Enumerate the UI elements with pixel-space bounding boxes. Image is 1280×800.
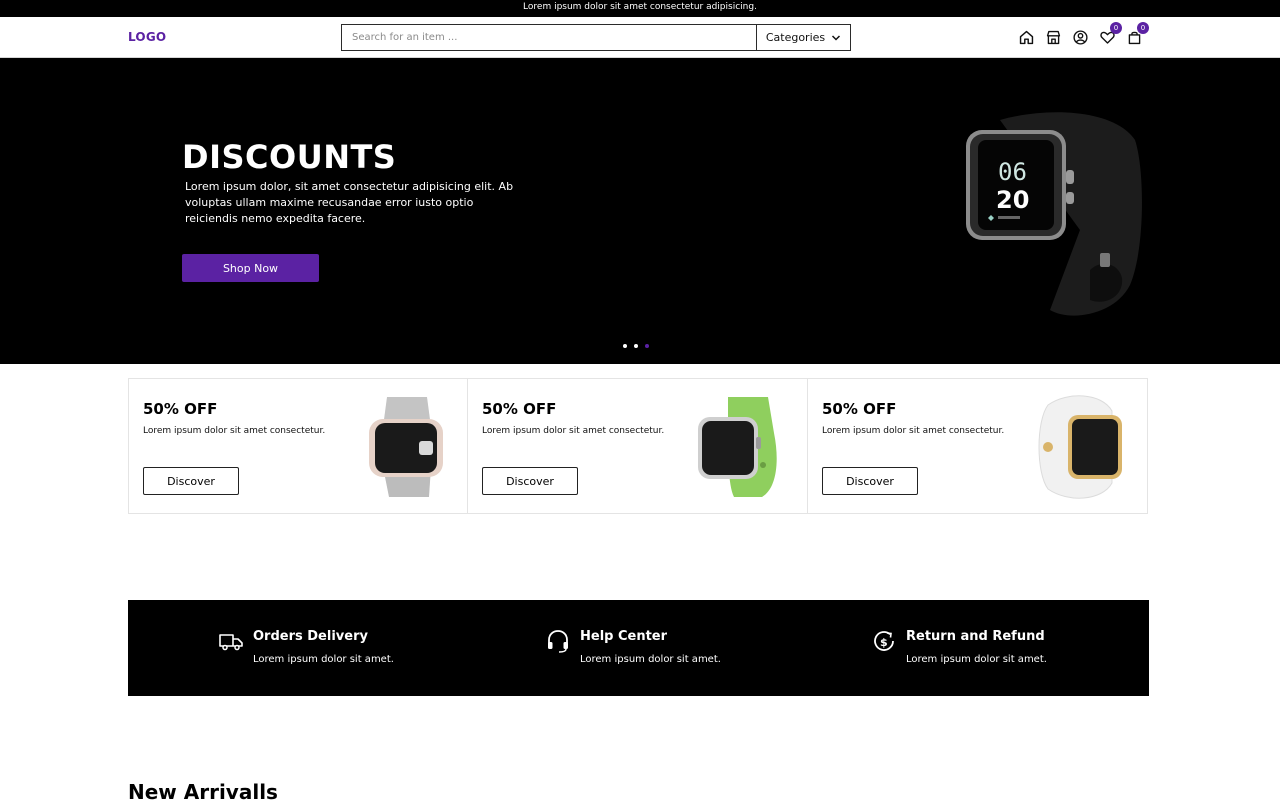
header-icons: 0 0 (1016, 22, 1149, 49)
announcement-text: Lorem ipsum dolor sit amet consectetur a… (523, 2, 757, 12)
logo[interactable]: LOGO (128, 30, 166, 44)
service-text: Lorem ipsum dolor sit amet. (580, 654, 721, 665)
watch-minute-text: 20 (996, 186, 1029, 214)
home-icon[interactable] (1016, 27, 1036, 47)
categories-label: Categories (765, 31, 826, 44)
wishlist-count-badge: 0 (1110, 22, 1122, 34)
search-bar: Categories (341, 24, 851, 51)
discover-button[interactable]: Discover (822, 467, 918, 495)
promo-card: 50% OFF Lorem ipsum dolor sit amet conse… (808, 378, 1148, 514)
services-band: Orders Delivery Lorem ipsum dolor sit am… (128, 600, 1149, 696)
watch-image (369, 397, 443, 497)
promo-cards: 50% OFF Lorem ipsum dolor sit amet conse… (128, 378, 1149, 514)
hero-title: DISCOUNTS (182, 138, 397, 176)
discover-button[interactable]: Discover (482, 467, 578, 495)
watch-image (1038, 395, 1122, 499)
delivery-truck-icon (219, 634, 243, 651)
watch-hour-text: 06 (998, 158, 1027, 186)
carousel-dot[interactable] (634, 344, 638, 348)
categories-dropdown[interactable]: Categories (756, 25, 850, 50)
cart-button[interactable]: 0 (1124, 22, 1149, 47)
refund-icon: $ (874, 631, 894, 651)
announcement-bar: Lorem ipsum dolor sit amet consectetur a… (0, 0, 1280, 17)
promo-title: 50% OFF (482, 400, 557, 418)
promo-text: Lorem ipsum dolor sit amet consectetur. (482, 426, 665, 436)
service-text: Lorem ipsum dolor sit amet. (253, 654, 394, 665)
service-title: Return and Refund (906, 629, 1045, 644)
search-input[interactable] (342, 25, 756, 50)
smartwatch-image: 06 20 (966, 112, 1142, 316)
promo-text: Lorem ipsum dolor sit amet consectetur. (143, 426, 326, 436)
cart-count-badge: 0 (1137, 22, 1149, 34)
discover-button[interactable]: Discover (143, 467, 239, 495)
chevron-down-icon (832, 34, 841, 41)
site-header: LOGO Categories 0 0 (0, 17, 1280, 58)
promo-card: 50% OFF Lorem ipsum dolor sit amet conse… (468, 378, 808, 514)
hero-banner: DISCOUNTS Lorem ipsum dolor, sit amet co… (0, 58, 1280, 364)
carousel-dots (623, 344, 649, 348)
service-title: Orders Delivery (253, 629, 368, 644)
hero-description: Lorem ipsum dolor, sit amet consectetur … (185, 180, 514, 225)
headset-icon (548, 630, 568, 653)
service-title: Help Center (580, 629, 668, 644)
section-title-new-arrivals: New Arrivalls (128, 780, 278, 800)
promo-title: 50% OFF (143, 400, 218, 418)
promo-text: Lorem ipsum dolor sit amet consectetur. (822, 426, 1005, 436)
watch-image (698, 397, 777, 497)
promo-title: 50% OFF (822, 400, 897, 418)
wishlist-button[interactable]: 0 (1097, 22, 1122, 47)
shop-now-button[interactable]: Shop Now (182, 254, 319, 282)
service-text: Lorem ipsum dolor sit amet. (906, 654, 1047, 665)
store-icon[interactable] (1043, 27, 1063, 47)
promo-card: 50% OFF Lorem ipsum dolor sit amet conse… (128, 378, 468, 514)
carousel-dot-active[interactable] (645, 344, 649, 348)
account-icon[interactable] (1070, 27, 1090, 47)
carousel-dot[interactable] (623, 344, 627, 348)
svg-text:$: $ (880, 636, 888, 649)
